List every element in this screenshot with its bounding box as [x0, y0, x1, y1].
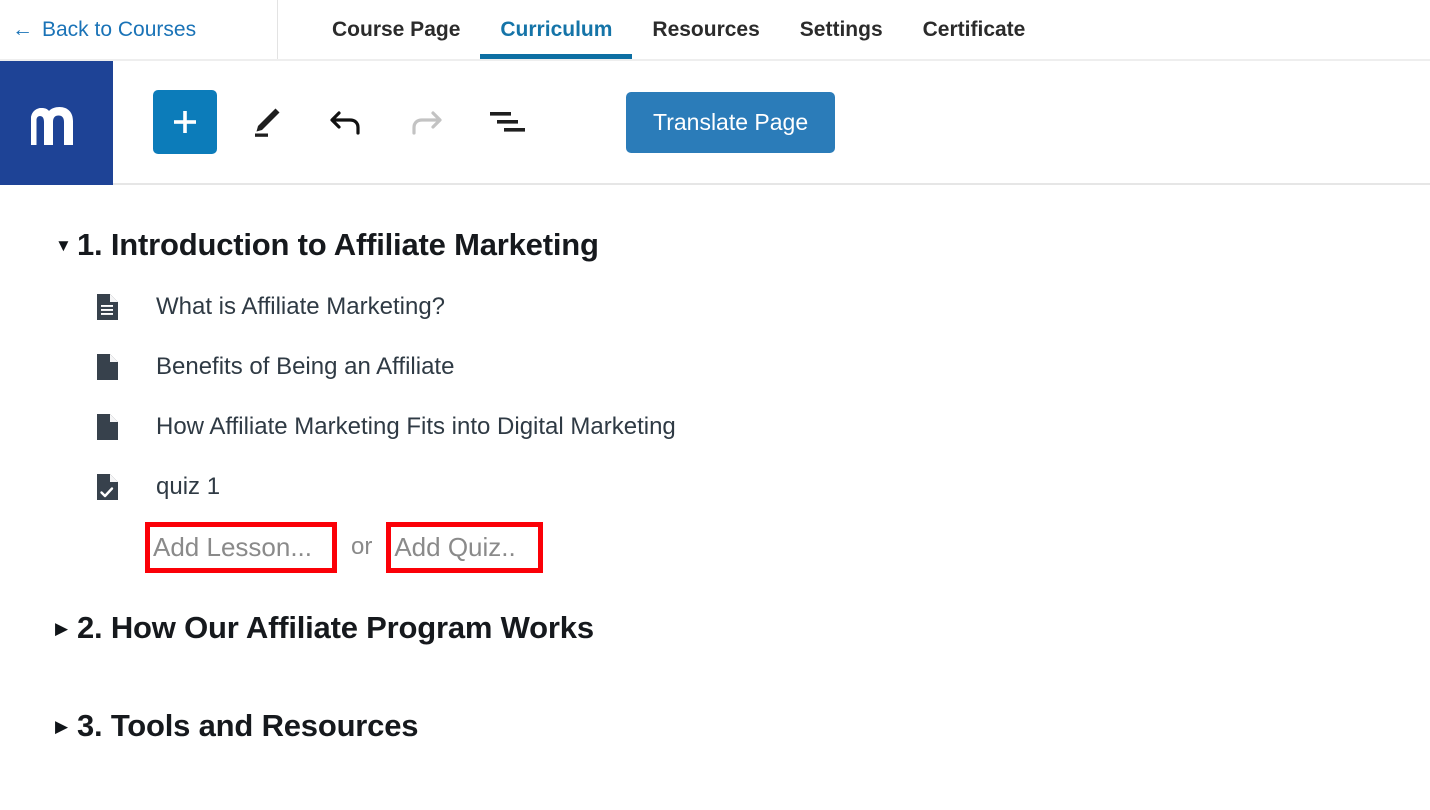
- moodle-logo[interactable]: [0, 61, 113, 185]
- tab-curriculum[interactable]: Curriculum: [480, 0, 633, 59]
- tab-resources[interactable]: Resources: [632, 0, 779, 59]
- toolbar: Translate Page: [113, 61, 1430, 185]
- left-arrow-icon: ←: [12, 18, 33, 41]
- section-3-title: 3. Tools and Resources: [77, 708, 419, 743]
- editor-toolbar-row: Translate Page: [0, 61, 1430, 185]
- section-2-title: 2. How Our Affiliate Program Works: [77, 610, 594, 645]
- document-check-icon: [95, 473, 123, 501]
- indent-lines-icon: [490, 112, 525, 132]
- quiz-item[interactable]: quiz 1: [0, 457, 1430, 517]
- add-lesson-button[interactable]: Add Lesson...: [145, 521, 337, 573]
- curriculum-content: ▼ 1. Introduction to Affiliate Marketing…: [0, 185, 1430, 810]
- section-3-header[interactable]: ▶ 3. Tools and Resources: [0, 708, 1430, 744]
- curriculum-section-1: ▼ 1. Introduction to Affiliate Marketing…: [0, 227, 1430, 575]
- section-2-header[interactable]: ▶ 2. How Our Affiliate Program Works: [0, 610, 1430, 646]
- lesson-item[interactable]: Benefits of Being an Affiliate: [0, 337, 1430, 397]
- curriculum-section-2: ▶ 2. How Our Affiliate Program Works: [0, 610, 1430, 646]
- redo-button[interactable]: [394, 90, 458, 154]
- tab-settings[interactable]: Settings: [780, 0, 903, 59]
- section-1-title: 1. Introduction to Affiliate Marketing: [77, 227, 599, 262]
- tab-settings-label: Settings: [799, 17, 883, 41]
- tab-resources-label: Resources: [652, 17, 760, 41]
- section-1-lesson-list: What is Affiliate Marketing? Benefits of…: [0, 277, 1430, 575]
- undo-button[interactable]: [314, 90, 378, 154]
- translate-page-label: Translate Page: [653, 108, 809, 135]
- document-blank-icon: [95, 413, 123, 441]
- undo-arrow-icon: [330, 111, 360, 135]
- caret-down-icon[interactable]: ▼: [55, 237, 77, 254]
- document-text-icon: [95, 293, 123, 321]
- lesson-item-label: How Affiliate Marketing Fits into Digita…: [156, 413, 676, 440]
- tab-certificate-label: Certificate: [922, 17, 1026, 41]
- document-blank-icon: [95, 353, 123, 381]
- redo-arrow-icon: [412, 111, 442, 135]
- tab-certificate[interactable]: Certificate: [903, 0, 1046, 59]
- lesson-item[interactable]: What is Affiliate Marketing?: [0, 277, 1430, 337]
- pencil-icon: [255, 108, 280, 137]
- add-lesson-label: Add Lesson...: [153, 531, 312, 562]
- caret-right-icon[interactable]: ▶: [55, 718, 77, 735]
- back-to-courses-link[interactable]: ← Back to Courses: [0, 0, 278, 59]
- add-button[interactable]: [153, 90, 217, 154]
- tab-curriculum-label: Curriculum: [500, 17, 613, 41]
- translate-page-button[interactable]: Translate Page: [626, 91, 836, 153]
- add-row-separator: or: [351, 533, 373, 560]
- back-to-courses-label: Back to Courses: [42, 17, 197, 41]
- edit-button[interactable]: [234, 90, 298, 154]
- add-quiz-button[interactable]: Add Quiz..: [386, 521, 544, 573]
- lesson-item[interactable]: How Affiliate Marketing Fits into Digita…: [0, 397, 1430, 457]
- tab-bar: Course Page Curriculum Resources Setting…: [278, 0, 1045, 59]
- tab-course-page-label: Course Page: [332, 17, 461, 41]
- lesson-item-label: Benefits of Being an Affiliate: [156, 353, 455, 380]
- quiz-item-label: quiz 1: [156, 473, 221, 500]
- section-1-header[interactable]: ▼ 1. Introduction to Affiliate Marketing: [0, 227, 1430, 263]
- add-content-row: Add Lesson... or Add Quiz..: [0, 519, 1430, 575]
- top-navigation-bar: ← Back to Courses Course Page Curriculum…: [0, 0, 1430, 61]
- caret-right-icon[interactable]: ▶: [55, 620, 77, 637]
- tab-course-page[interactable]: Course Page: [312, 0, 480, 59]
- outline-button[interactable]: [474, 90, 538, 154]
- moodle-logo-icon: [30, 107, 73, 145]
- add-quiz-label: Add Quiz..: [394, 531, 516, 562]
- curriculum-section-3: ▶ 3. Tools and Resources: [0, 708, 1430, 744]
- lesson-item-label: What is Affiliate Marketing?: [156, 293, 446, 320]
- plus-icon: [174, 111, 196, 133]
